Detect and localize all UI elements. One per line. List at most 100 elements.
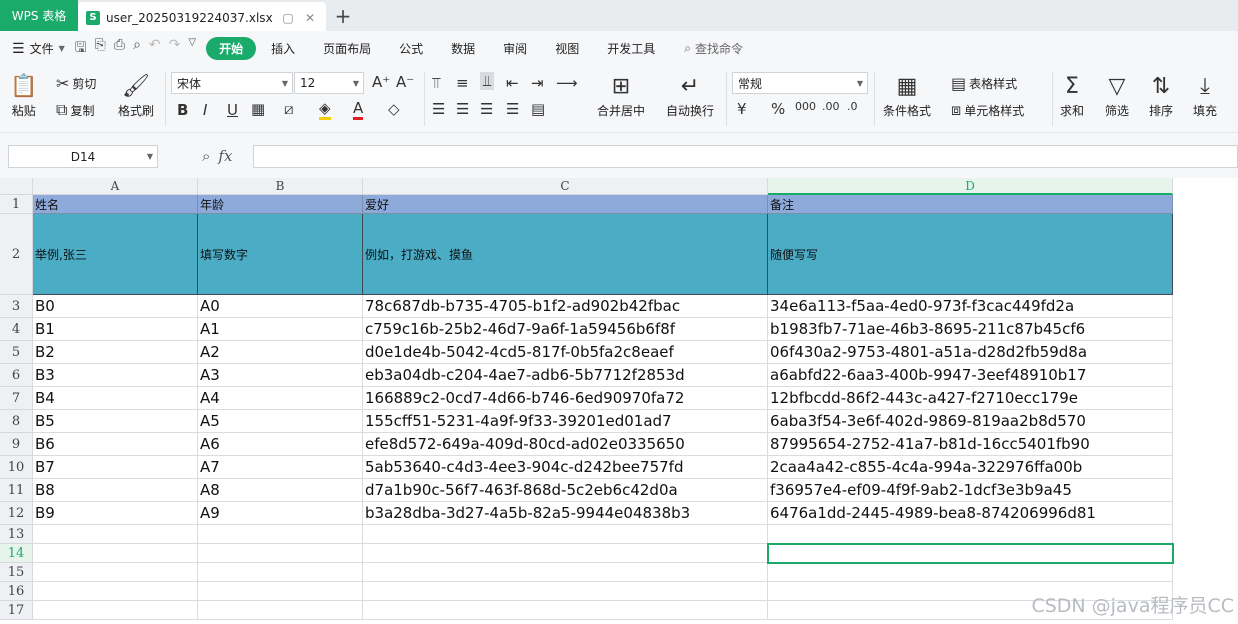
row-header-11[interactable]: 11 bbox=[0, 479, 33, 502]
decrease-font-icon[interactable]: A⁻ bbox=[396, 73, 414, 91]
print-preview-icon[interactable]: ⌕ bbox=[133, 37, 141, 61]
bold-icon[interactable]: B bbox=[177, 101, 188, 119]
print-icon[interactable]: ⎙ bbox=[114, 37, 125, 61]
close-tab-icon[interactable]: ✕ bbox=[302, 11, 318, 25]
thousands-separator-icon[interactable]: 000 bbox=[795, 100, 816, 113]
cell-c14[interactable] bbox=[363, 544, 768, 563]
cell-a16[interactable] bbox=[33, 582, 198, 601]
align-left-icon[interactable]: ☰ bbox=[432, 100, 445, 118]
borders-icon[interactable]: ▦ bbox=[251, 100, 265, 118]
cell-a9[interactable]: B6 bbox=[33, 433, 198, 456]
row-header-6[interactable]: 6 bbox=[0, 364, 33, 387]
row-header-5[interactable]: 5 bbox=[0, 341, 33, 364]
cell-b13[interactable] bbox=[198, 525, 363, 544]
increase-indent-icon[interactable]: ⇥ bbox=[531, 74, 544, 92]
increase-decimal-icon[interactable]: .00 bbox=[822, 100, 840, 113]
cut-button[interactable]: ✂ 剪切 bbox=[56, 74, 96, 93]
cell-a6[interactable]: B3 bbox=[33, 364, 198, 387]
cell-d13[interactable] bbox=[768, 525, 1173, 544]
cell-d7[interactable]: 12bfbcdd-86f2-443c-a427-f2710ecc179e bbox=[768, 387, 1173, 410]
zoom-icon[interactable]: ⌕ bbox=[202, 147, 210, 165]
cell-d3[interactable]: 34e6a113-f5aa-4ed0-973f-f3cac449fd2a bbox=[768, 295, 1173, 318]
select-all-corner[interactable] bbox=[0, 178, 33, 195]
justify-icon[interactable]: ☰ bbox=[506, 100, 519, 118]
cell-d14[interactable] bbox=[767, 543, 1174, 564]
cell-a13[interactable] bbox=[33, 525, 198, 544]
cell-d2[interactable]: 随便写写 bbox=[768, 214, 1173, 295]
column-header-d[interactable]: D bbox=[768, 178, 1173, 195]
font-name-select[interactable]: 宋体 ▼ bbox=[171, 72, 293, 94]
distributed-icon[interactable]: ▤ bbox=[531, 100, 545, 118]
redo-icon[interactable]: ↷ bbox=[169, 37, 181, 61]
cell-a15[interactable] bbox=[33, 563, 198, 582]
cell-a8[interactable]: B5 bbox=[33, 410, 198, 433]
app-tab-wps-spreadsheet[interactable]: WPS 表格 bbox=[0, 0, 78, 31]
row-header-12[interactable]: 12 bbox=[0, 502, 33, 525]
column-header-a[interactable]: A bbox=[33, 178, 198, 195]
percent-icon[interactable]: % bbox=[771, 100, 785, 118]
cell-a2[interactable]: 举例,张三 bbox=[33, 214, 198, 295]
row-header-7[interactable]: 7 bbox=[0, 387, 33, 410]
restore-window-icon[interactable]: ▢ bbox=[280, 11, 296, 25]
fill-button[interactable]: ⤓ 填充 bbox=[1193, 72, 1217, 119]
row-header-2[interactable]: 2 bbox=[0, 214, 33, 295]
sort-button[interactable]: ⇅ 排序 bbox=[1149, 72, 1173, 119]
cell-d10[interactable]: 2caa4a42-c855-4c4a-994a-322976ffa00b bbox=[768, 456, 1173, 479]
formula-input[interactable] bbox=[253, 145, 1238, 168]
underline-icon[interactable]: U bbox=[227, 101, 238, 119]
align-middle-icon[interactable]: ≡ bbox=[456, 74, 469, 92]
cell-a11[interactable]: B8 bbox=[33, 479, 198, 502]
cell-c3[interactable]: 78c687db-b735-4705-b1f2-ad902b42fbac bbox=[363, 295, 768, 318]
tab-home[interactable]: 开始 bbox=[206, 37, 257, 60]
cell-b14[interactable] bbox=[198, 544, 363, 563]
cell-a14[interactable] bbox=[33, 544, 198, 563]
cell-c2[interactable]: 例如，打游戏、摸鱼 bbox=[363, 214, 768, 295]
cell-a4[interactable]: B1 bbox=[33, 318, 198, 341]
align-center-icon[interactable]: ☰ bbox=[456, 100, 469, 118]
cell-b17[interactable] bbox=[198, 601, 363, 620]
align-right-icon[interactable]: ☰ bbox=[480, 100, 493, 118]
cell-a12[interactable]: B9 bbox=[33, 502, 198, 525]
cell-b12[interactable]: A9 bbox=[198, 502, 363, 525]
cell-style-button[interactable]: ⧈ 单元格样式 bbox=[951, 100, 1024, 120]
cell-d8[interactable]: 6aba3f54-3e6f-402d-9869-819aa2b8d570 bbox=[768, 410, 1173, 433]
cell-d5[interactable]: 06f430a2-9753-4801-a51a-d28d2fb59d8a bbox=[768, 341, 1173, 364]
cell-b2[interactable]: 填写数字 bbox=[198, 214, 363, 295]
align-top-icon[interactable]: ⫪ bbox=[432, 74, 440, 92]
cell-c10[interactable]: 5ab53640-c4d3-4ee3-904c-d242bee757fd bbox=[363, 456, 768, 479]
decrease-indent-icon[interactable]: ⇤ bbox=[506, 74, 519, 92]
cell-a3[interactable]: B0 bbox=[33, 295, 198, 318]
tab-data[interactable]: 数据 bbox=[438, 37, 488, 60]
cell-c9[interactable]: efe8d572-649a-409d-80cd-ad02e0335650 bbox=[363, 433, 768, 456]
tab-review[interactable]: 审阅 bbox=[490, 37, 540, 60]
row-header-15[interactable]: 15 bbox=[0, 563, 33, 582]
cell-b16[interactable] bbox=[198, 582, 363, 601]
clear-format-icon[interactable]: ◇ bbox=[388, 100, 400, 118]
cell-b3[interactable]: A0 bbox=[198, 295, 363, 318]
cell-a5[interactable]: B2 bbox=[33, 341, 198, 364]
new-tab-button[interactable]: + bbox=[326, 0, 360, 31]
cell-c4[interactable]: c759c16b-25b2-46d7-9a6f-1a59456b6f8f bbox=[363, 318, 768, 341]
tab-view[interactable]: 视图 bbox=[542, 37, 592, 60]
cell-d12[interactable]: 6476a1dd-2445-4989-bea8-874206996d81 bbox=[768, 502, 1173, 525]
cell-b9[interactable]: A6 bbox=[198, 433, 363, 456]
cell-b10[interactable]: A7 bbox=[198, 456, 363, 479]
paste-button[interactable]: 📋 粘贴 bbox=[10, 72, 37, 119]
row-header-3[interactable]: 3 bbox=[0, 295, 33, 318]
cell-b7[interactable]: A4 bbox=[198, 387, 363, 410]
cell-d1[interactable]: 备注 bbox=[768, 195, 1173, 214]
cell-b1[interactable]: 年龄 bbox=[198, 195, 363, 214]
text-direction-icon[interactable]: ⟶ bbox=[556, 74, 578, 92]
document-tab[interactable]: S user_20250319224037.xlsx ▢ ✕ bbox=[78, 2, 326, 33]
row-header-16[interactable]: 16 bbox=[0, 582, 33, 601]
cell-c12[interactable]: b3a28dba-3d27-4a5b-82a5-9944e04838b3 bbox=[363, 502, 768, 525]
tab-page-layout[interactable]: 页面布局 bbox=[310, 37, 384, 60]
tab-formulas[interactable]: 公式 bbox=[386, 37, 436, 60]
cell-d4[interactable]: b1983fb7-71ae-46b3-8695-211c87b45cf6 bbox=[768, 318, 1173, 341]
number-format-select[interactable]: 常规 ▼ bbox=[732, 72, 868, 94]
cell-c11[interactable]: d7a1b90c-56f7-463f-868d-5c2eb6c42d0a bbox=[363, 479, 768, 502]
merge-center-button[interactable]: ⊞ 合并居中 bbox=[597, 72, 645, 119]
decrease-decimal-icon[interactable]: .0 bbox=[847, 100, 858, 113]
column-header-c[interactable]: C bbox=[363, 178, 768, 195]
font-color-icon[interactable]: A bbox=[353, 99, 364, 120]
